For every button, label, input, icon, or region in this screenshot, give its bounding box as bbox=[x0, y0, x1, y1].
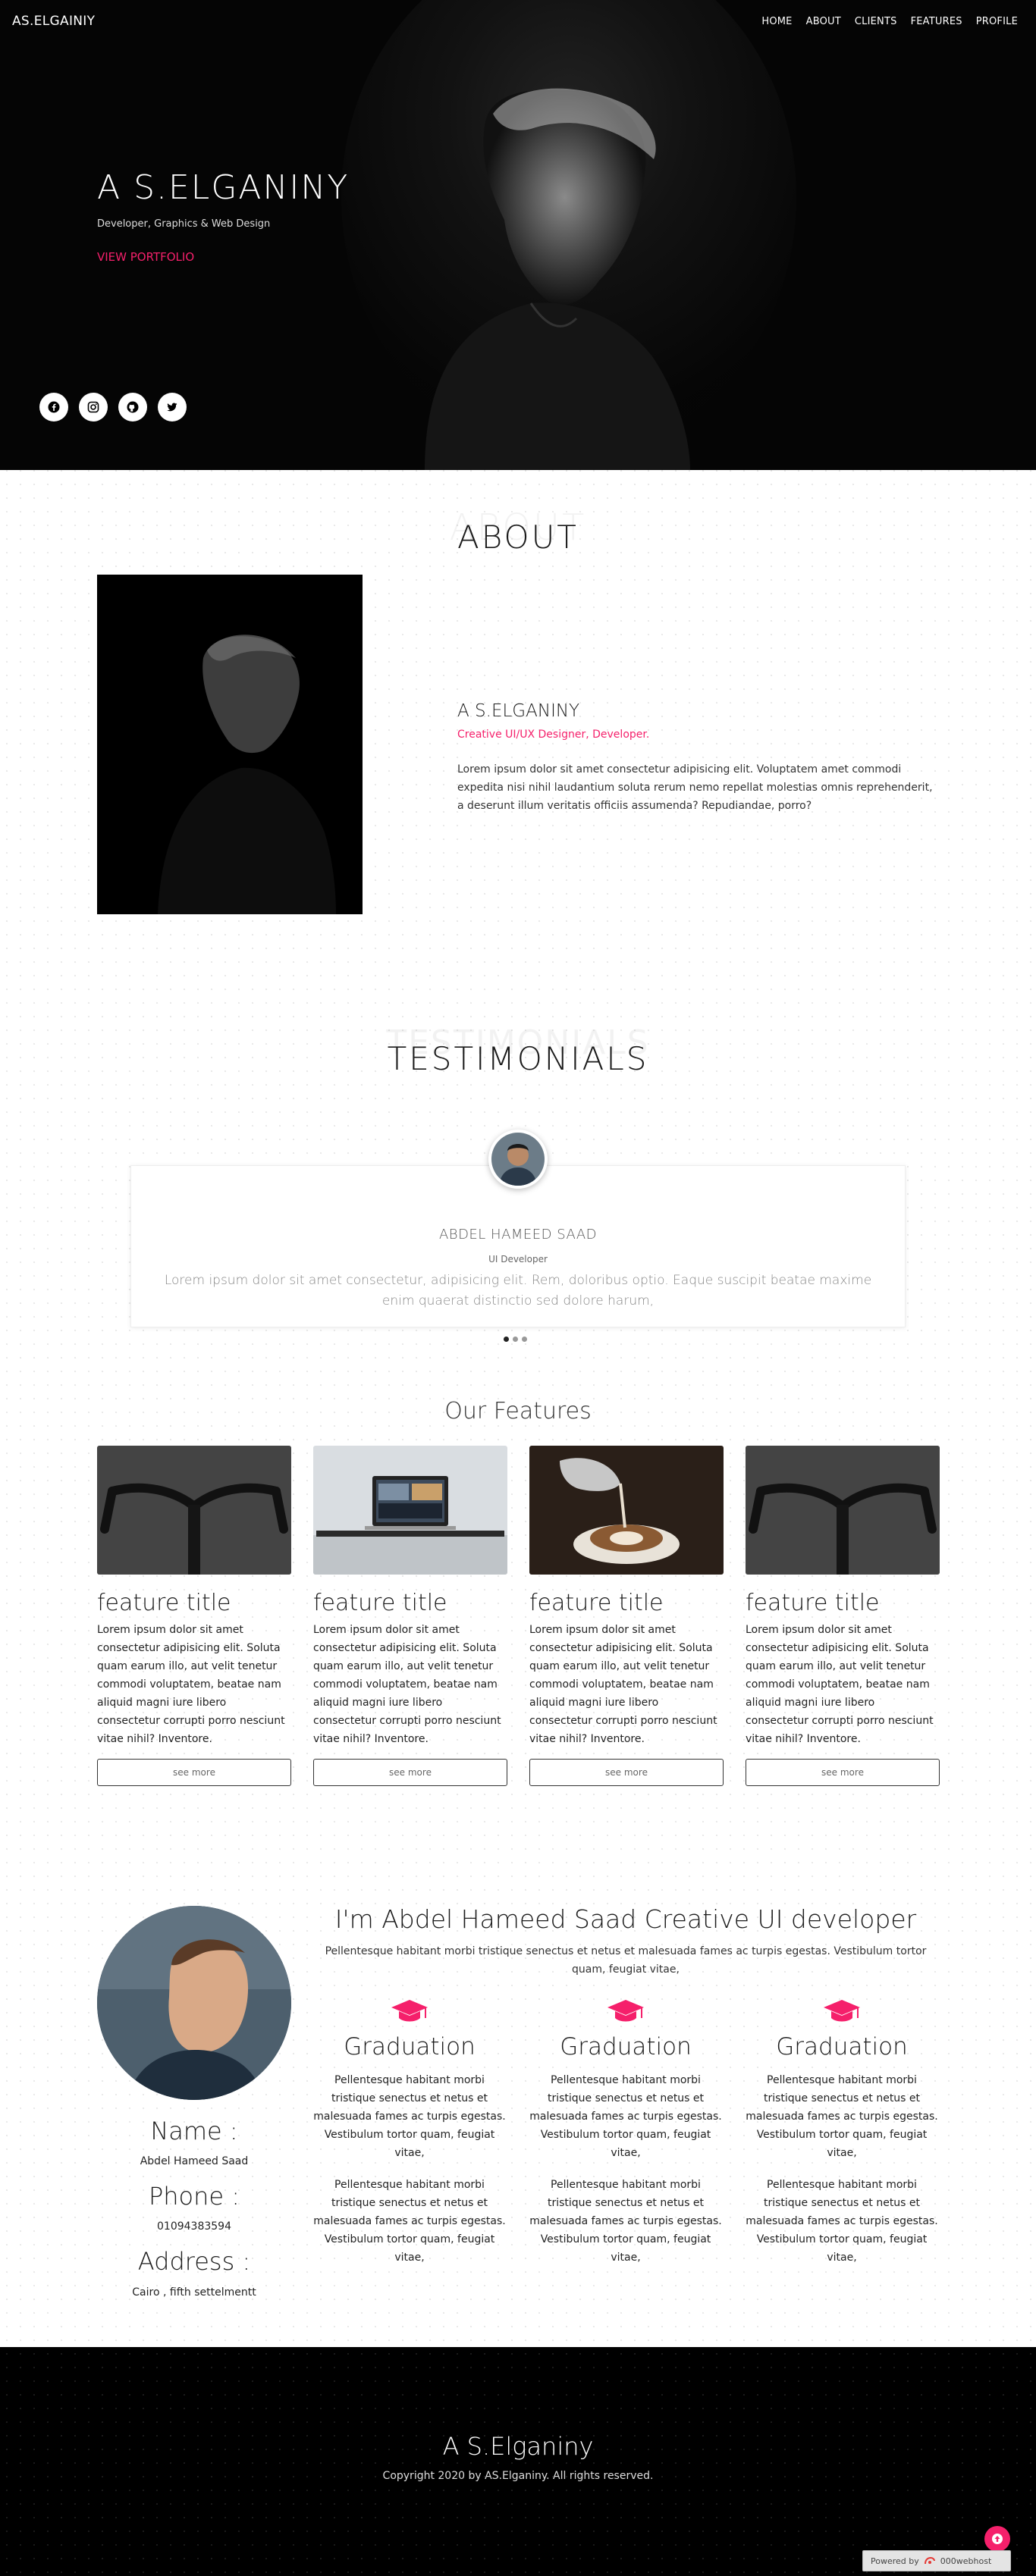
navbar: AS.ELGAINIY HOME ABOUT CLIENTS FEATURES … bbox=[0, 0, 1036, 44]
graduation-title: Graduation bbox=[560, 2033, 692, 2060]
graduation-column: Graduation Pellentesque habitant morbi t… bbox=[745, 1998, 939, 2267]
twitter-link[interactable] bbox=[158, 393, 187, 421]
name-label: Name : bbox=[150, 2117, 238, 2145]
feature-title: feature title bbox=[746, 1590, 880, 1616]
testimonial-name: ABDEL HAMEED SAAD bbox=[438, 1227, 598, 1243]
graduation-text: Pellentesque habitant morbi tristique se… bbox=[746, 2179, 938, 2264]
facebook-icon bbox=[48, 401, 60, 413]
graduation-text: Pellentesque habitant morbi tristique se… bbox=[746, 2074, 938, 2159]
graduation-text: Pellentesque habitant morbi tristique se… bbox=[313, 2179, 506, 2264]
testimonial-role: UI Developer bbox=[488, 1254, 548, 1264]
github-link[interactable] bbox=[118, 393, 147, 421]
about-description: Lorem ipsum dolor sit amet consectetur a… bbox=[457, 763, 933, 812]
feature-title: feature title bbox=[313, 1590, 447, 1616]
graduation-cap-icon bbox=[312, 1998, 507, 2026]
graduation-column: Graduation Pellentesque habitant morbi t… bbox=[529, 1998, 723, 2267]
arrow-up-icon bbox=[992, 2534, 1003, 2544]
host-logo-icon bbox=[924, 2556, 935, 2565]
graduation-text: Pellentesque habitant morbi tristique se… bbox=[529, 2179, 722, 2264]
feature-card: feature title Lorem ipsum dolor sit amet… bbox=[97, 1446, 291, 1786]
facebook-link[interactable] bbox=[39, 393, 68, 421]
features-title: Our Features bbox=[444, 1398, 592, 1424]
carousel-dot-3[interactable] bbox=[522, 1337, 527, 1342]
phone-value: 01094383594 bbox=[157, 2220, 231, 2233]
feature-image-coffee bbox=[529, 1446, 724, 1575]
feature-text: Lorem ipsum dolor sit amet consectetur a… bbox=[97, 1624, 285, 1745]
about-name: A S.ELGANINY bbox=[457, 701, 580, 721]
social-links bbox=[39, 393, 187, 421]
hero-section: AS.ELGAINIY HOME ABOUT CLIENTS FEATURES … bbox=[0, 0, 1036, 470]
see-more-button[interactable]: see more bbox=[529, 1759, 724, 1786]
hosting-badge[interactable]: Powered by 000webhost bbox=[862, 2550, 1011, 2571]
brand-logo[interactable]: AS.ELGAINIY bbox=[12, 14, 95, 29]
nav-link-home[interactable]: HOME bbox=[761, 16, 792, 27]
address-value: Cairo , fifth settelmentt bbox=[132, 2286, 256, 2299]
hero-title: A S.ELGANINY bbox=[97, 168, 350, 207]
footer: A S.Elganiny Copyright 2020 by AS.Elgani… bbox=[0, 2347, 1036, 2576]
feature-title: feature title bbox=[97, 1590, 231, 1616]
nav-links: HOME ABOUT CLIENTS FEATURES PROFILE bbox=[761, 16, 1018, 27]
scroll-to-top-button[interactable] bbox=[984, 2526, 1010, 2552]
see-more-button[interactable]: see more bbox=[97, 1759, 291, 1786]
graduation-text: Pellentesque habitant morbi tristique se… bbox=[529, 2074, 722, 2159]
feature-text: Lorem ipsum dolor sit amet consectetur a… bbox=[313, 1624, 501, 1745]
graduation-cap-icon bbox=[745, 1998, 939, 2026]
about-title: ABOUT bbox=[457, 519, 579, 556]
feature-image-laptop bbox=[313, 1446, 507, 1575]
carousel-indicators bbox=[504, 1337, 527, 1342]
hero-subtitle: Developer, Graphics & Web Design bbox=[97, 218, 271, 230]
graduation-column: Graduation Pellentesque habitant morbi t… bbox=[312, 1998, 507, 2267]
feature-text: Lorem ipsum dolor sit amet consectetur a… bbox=[746, 1624, 934, 1745]
feature-card: feature title Lorem ipsum dolor sit amet… bbox=[313, 1446, 507, 1786]
hosting-badge-prefix: Powered by bbox=[871, 2556, 919, 2566]
graduation-cap-icon bbox=[529, 1998, 723, 2026]
see-more-button[interactable]: see more bbox=[746, 1759, 940, 1786]
github-icon bbox=[127, 401, 139, 413]
nav-link-profile[interactable]: PROFILE bbox=[976, 16, 1018, 27]
feature-card: feature title Lorem ipsum dolor sit amet… bbox=[746, 1446, 940, 1786]
testimonials-title: TESTIMONIALS bbox=[387, 1040, 649, 1077]
feature-card: feature title Lorem ipsum dolor sit amet… bbox=[529, 1446, 724, 1786]
address-label: Address : bbox=[137, 2247, 251, 2276]
graduation-text: Pellentesque habitant morbi tristique se… bbox=[313, 2074, 506, 2159]
instagram-icon bbox=[87, 401, 99, 413]
about-role: Creative UI/UX Designer, Developer. bbox=[457, 729, 650, 741]
carousel-dot-1[interactable] bbox=[504, 1337, 509, 1342]
graduation-title: Graduation bbox=[776, 2033, 908, 2060]
feature-text: Lorem ipsum dolor sit amet consectetur a… bbox=[529, 1624, 717, 1745]
graduation-title: Graduation bbox=[344, 2033, 476, 2060]
phone-label: Phone : bbox=[148, 2182, 240, 2211]
name-value: Abdel Hameed Saad bbox=[140, 2155, 249, 2167]
feature-image-bicycle bbox=[746, 1446, 940, 1575]
testimonial-avatar bbox=[488, 1130, 548, 1189]
hosting-badge-host: 000webhost bbox=[940, 2556, 992, 2566]
profile-heading: I'm Abdel Hameed Saad Creative UI develo… bbox=[334, 1904, 917, 1934]
carousel-dot-2[interactable] bbox=[513, 1337, 518, 1342]
feature-image-bicycle bbox=[97, 1446, 291, 1575]
see-more-button[interactable]: see more bbox=[313, 1759, 507, 1786]
profile-avatar bbox=[97, 1906, 291, 2100]
footer-title: A S.Elganiny bbox=[442, 2432, 594, 2461]
about-portrait-image bbox=[97, 575, 363, 914]
nav-link-features[interactable]: FEATURES bbox=[911, 16, 962, 27]
nav-link-about[interactable]: ABOUT bbox=[806, 16, 841, 27]
feature-title: feature title bbox=[529, 1590, 664, 1616]
view-portfolio-link[interactable]: VIEW PORTFOLIO bbox=[97, 250, 194, 264]
twitter-icon bbox=[167, 403, 177, 412]
footer-copyright: Copyright 2020 by AS.Elganiny. All right… bbox=[382, 2470, 654, 2482]
instagram-link[interactable] bbox=[79, 393, 108, 421]
profile-subtitle: Pellentesque habitant morbi tristique se… bbox=[325, 1945, 927, 1976]
testimonial-quote: Lorem ipsum dolor sit amet consectetur, … bbox=[164, 1273, 872, 1308]
nav-link-clients[interactable]: CLIENTS bbox=[855, 16, 897, 27]
